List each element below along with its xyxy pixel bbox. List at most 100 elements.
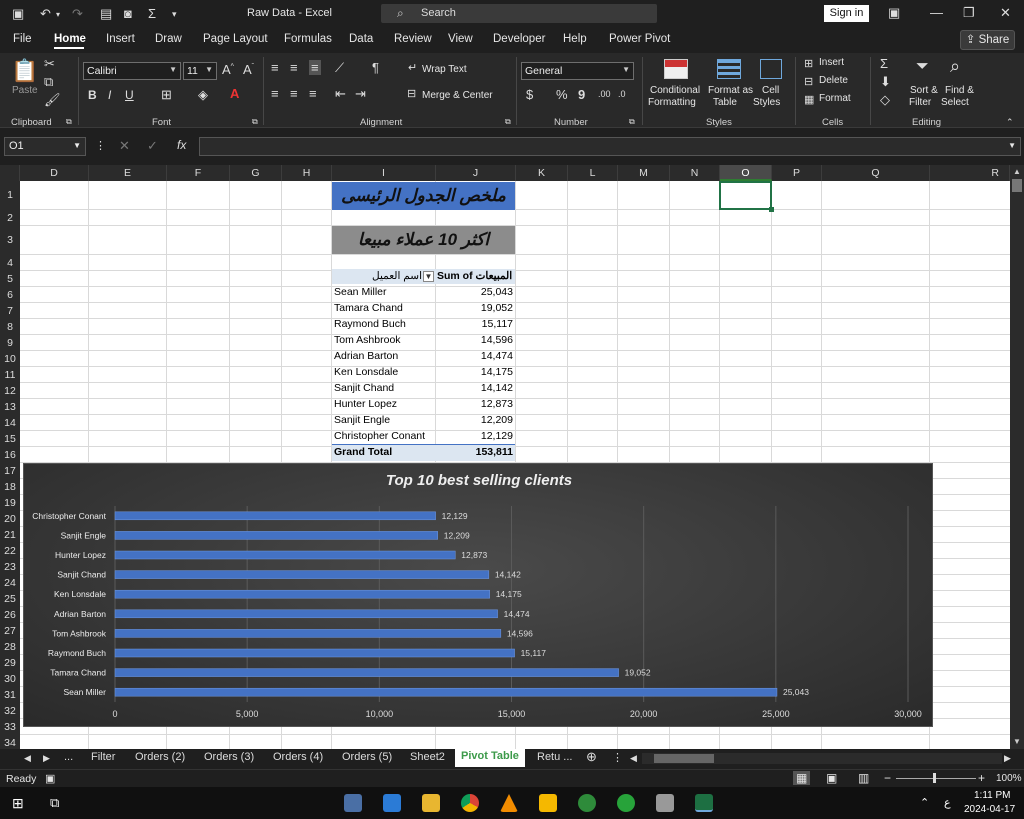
sheet-tab[interactable]: Orders (4) — [273, 751, 323, 763]
borders-icon[interactable]: ⊞ — [161, 87, 172, 103]
tab-review[interactable]: Review — [394, 33, 432, 45]
pivot-header-sum[interactable]: Sum of المبيعات — [437, 270, 512, 282]
increase-font-icon[interactable]: A^ — [222, 62, 234, 77]
sheet-tab[interactable]: Orders (5) — [342, 751, 392, 763]
calculator-icon[interactable] — [344, 794, 362, 812]
selected-cell[interactable] — [719, 181, 772, 210]
font-name-select[interactable]: Calibri ▼ — [83, 62, 181, 80]
fill-handle[interactable] — [769, 207, 774, 212]
row-header[interactable]: 30 — [0, 671, 20, 687]
hscroll-thumb[interactable] — [654, 754, 714, 763]
horizontal-scrollbar[interactable] — [642, 753, 1002, 764]
merge-center-button[interactable]: Merge & Center — [422, 90, 493, 101]
autosum-button[interactable]: Σ — [880, 56, 888, 71]
increase-indent-icon[interactable]: ⇥ — [355, 86, 366, 102]
scroll-left-icon[interactable]: ◀ — [24, 753, 31, 764]
bar-chart[interactable]: Top 10 best selling clients 0 5,000 10,000… — [23, 463, 933, 727]
row-header[interactable]: 9 — [0, 335, 20, 351]
row-header[interactable]: 26 — [0, 607, 20, 623]
tab-formulas[interactable]: Formulas — [284, 33, 332, 45]
filter-dropdown-icon[interactable]: ▼ — [423, 271, 434, 282]
underline-button[interactable]: U — [125, 88, 134, 102]
cancel-icon[interactable]: ✕ — [119, 138, 130, 154]
row-header[interactable]: 27 — [0, 623, 20, 639]
ribbon-display-icon[interactable]: ▣ — [888, 5, 900, 21]
more-options-icon[interactable]: ⋮ — [95, 139, 106, 152]
column-header[interactable]: K — [516, 165, 568, 181]
align-left-icon[interactable]: ≡ — [271, 86, 279, 101]
row-header[interactable]: 22 — [0, 543, 20, 559]
undo-dropdown-icon[interactable]: ▾ — [56, 10, 60, 19]
tab-data[interactable]: Data — [349, 33, 373, 45]
tab-draw[interactable]: Draw — [155, 33, 182, 45]
copy-icon[interactable]: ⧉ — [44, 74, 53, 90]
normal-view-icon[interactable]: ▦ — [793, 771, 811, 785]
vertical-scrollbar[interactable]: ▲ ▼ — [1010, 165, 1024, 749]
macro-record-icon[interactable]: ▣ — [45, 772, 55, 785]
sheet-tab[interactable]: Orders (3) — [204, 751, 254, 763]
grand-total-label[interactable]: Grand Total — [334, 446, 392, 458]
row-header[interactable]: 21 — [0, 527, 20, 543]
align-top-icon[interactable]: ≡ — [271, 60, 279, 75]
undo-icon[interactable]: ↶ — [40, 6, 51, 22]
pivot-sales-value[interactable]: 15,117 — [440, 318, 513, 330]
number-format-select[interactable]: General ▼ — [521, 62, 634, 80]
alignment-launcher-icon[interactable]: ⧉ — [505, 117, 511, 127]
sheet-tab-active[interactable]: Pivot Table — [455, 749, 525, 767]
column-header[interactable]: F — [167, 165, 230, 181]
row-header[interactable]: 1 — [0, 181, 20, 210]
tab-file[interactable]: File — [13, 33, 32, 45]
align-middle-icon[interactable]: ≡ — [290, 60, 298, 75]
new-sheet-icon[interactable]: ⊕ — [586, 749, 597, 765]
language-indicator[interactable]: ع — [944, 796, 951, 809]
sort-filter-label-1[interactable]: Sort & — [910, 85, 938, 96]
formula-input[interactable]: ▼ — [199, 137, 1021, 156]
column-header[interactable]: M — [618, 165, 670, 181]
column-header[interactable]: G — [230, 165, 282, 181]
tab-developer[interactable]: Developer — [493, 33, 545, 45]
enter-icon[interactable]: ✓ — [147, 138, 158, 154]
row-header[interactable]: 13 — [0, 399, 20, 415]
conditional-formatting-icon[interactable] — [664, 59, 688, 79]
wrap-text-button[interactable]: Wrap Text — [422, 64, 467, 75]
pivot-client-name[interactable]: Raymond Buch — [334, 318, 406, 330]
app-v-icon[interactable] — [539, 794, 557, 812]
paste-label[interactable]: Paste — [12, 85, 38, 96]
more-sheets-left[interactable]: ... — [64, 751, 73, 763]
excel-icon[interactable] — [695, 794, 713, 812]
autosave-icon[interactable]: ▣ — [12, 6, 24, 22]
sheet-tab[interactable]: Sheet2 — [410, 751, 445, 763]
row-header[interactable]: 19 — [0, 495, 20, 511]
row-header[interactable]: 15 — [0, 431, 20, 447]
customize-qat-icon[interactable]: ▾ — [172, 9, 177, 20]
file-explorer-icon[interactable] — [422, 794, 440, 812]
row-header[interactable]: 29 — [0, 655, 20, 671]
format-as-table-label-1[interactable]: Format as — [708, 85, 753, 96]
row-header[interactable]: 6 — [0, 287, 20, 303]
font-color-icon[interactable]: A — [230, 86, 239, 101]
show-hidden-icons-icon[interactable]: ⌃ — [920, 796, 929, 809]
find-select-label-1[interactable]: Find & — [945, 85, 974, 96]
delete-cells-button[interactable]: Delete — [819, 75, 848, 86]
pivot-client-name[interactable]: Tamara Chand — [334, 302, 403, 314]
paste-icon[interactable]: 📋 — [11, 58, 38, 84]
cut-icon[interactable]: ✂ — [44, 56, 55, 72]
row-header[interactable]: 31 — [0, 687, 20, 703]
row-header[interactable]: 2 — [0, 210, 20, 226]
xbox-icon[interactable] — [578, 794, 596, 812]
column-header[interactable]: H — [282, 165, 332, 181]
pivot-sales-value[interactable]: 14,474 — [440, 350, 513, 362]
search-box[interactable]: ⌕ Search — [381, 4, 657, 23]
tab-home[interactable]: Home — [54, 33, 86, 45]
pivot-client-name[interactable]: Tom Ashbrook — [334, 334, 401, 346]
pivot-sales-value[interactable]: 19,052 — [440, 302, 513, 314]
column-header[interactable]: Q — [822, 165, 930, 181]
sort-filter-label-2[interactable]: Filter — [909, 97, 931, 108]
close-icon[interactable]: ✕ — [1000, 5, 1011, 21]
align-right-icon[interactable]: ≡ — [309, 86, 317, 101]
column-header[interactable]: E — [89, 165, 167, 181]
restore-icon[interactable]: ❐ — [963, 5, 975, 21]
grand-total-value[interactable]: 153,811 — [440, 446, 513, 458]
column-header[interactable]: N — [670, 165, 720, 181]
pivot-client-name[interactable]: Hunter Lopez — [334, 398, 397, 410]
